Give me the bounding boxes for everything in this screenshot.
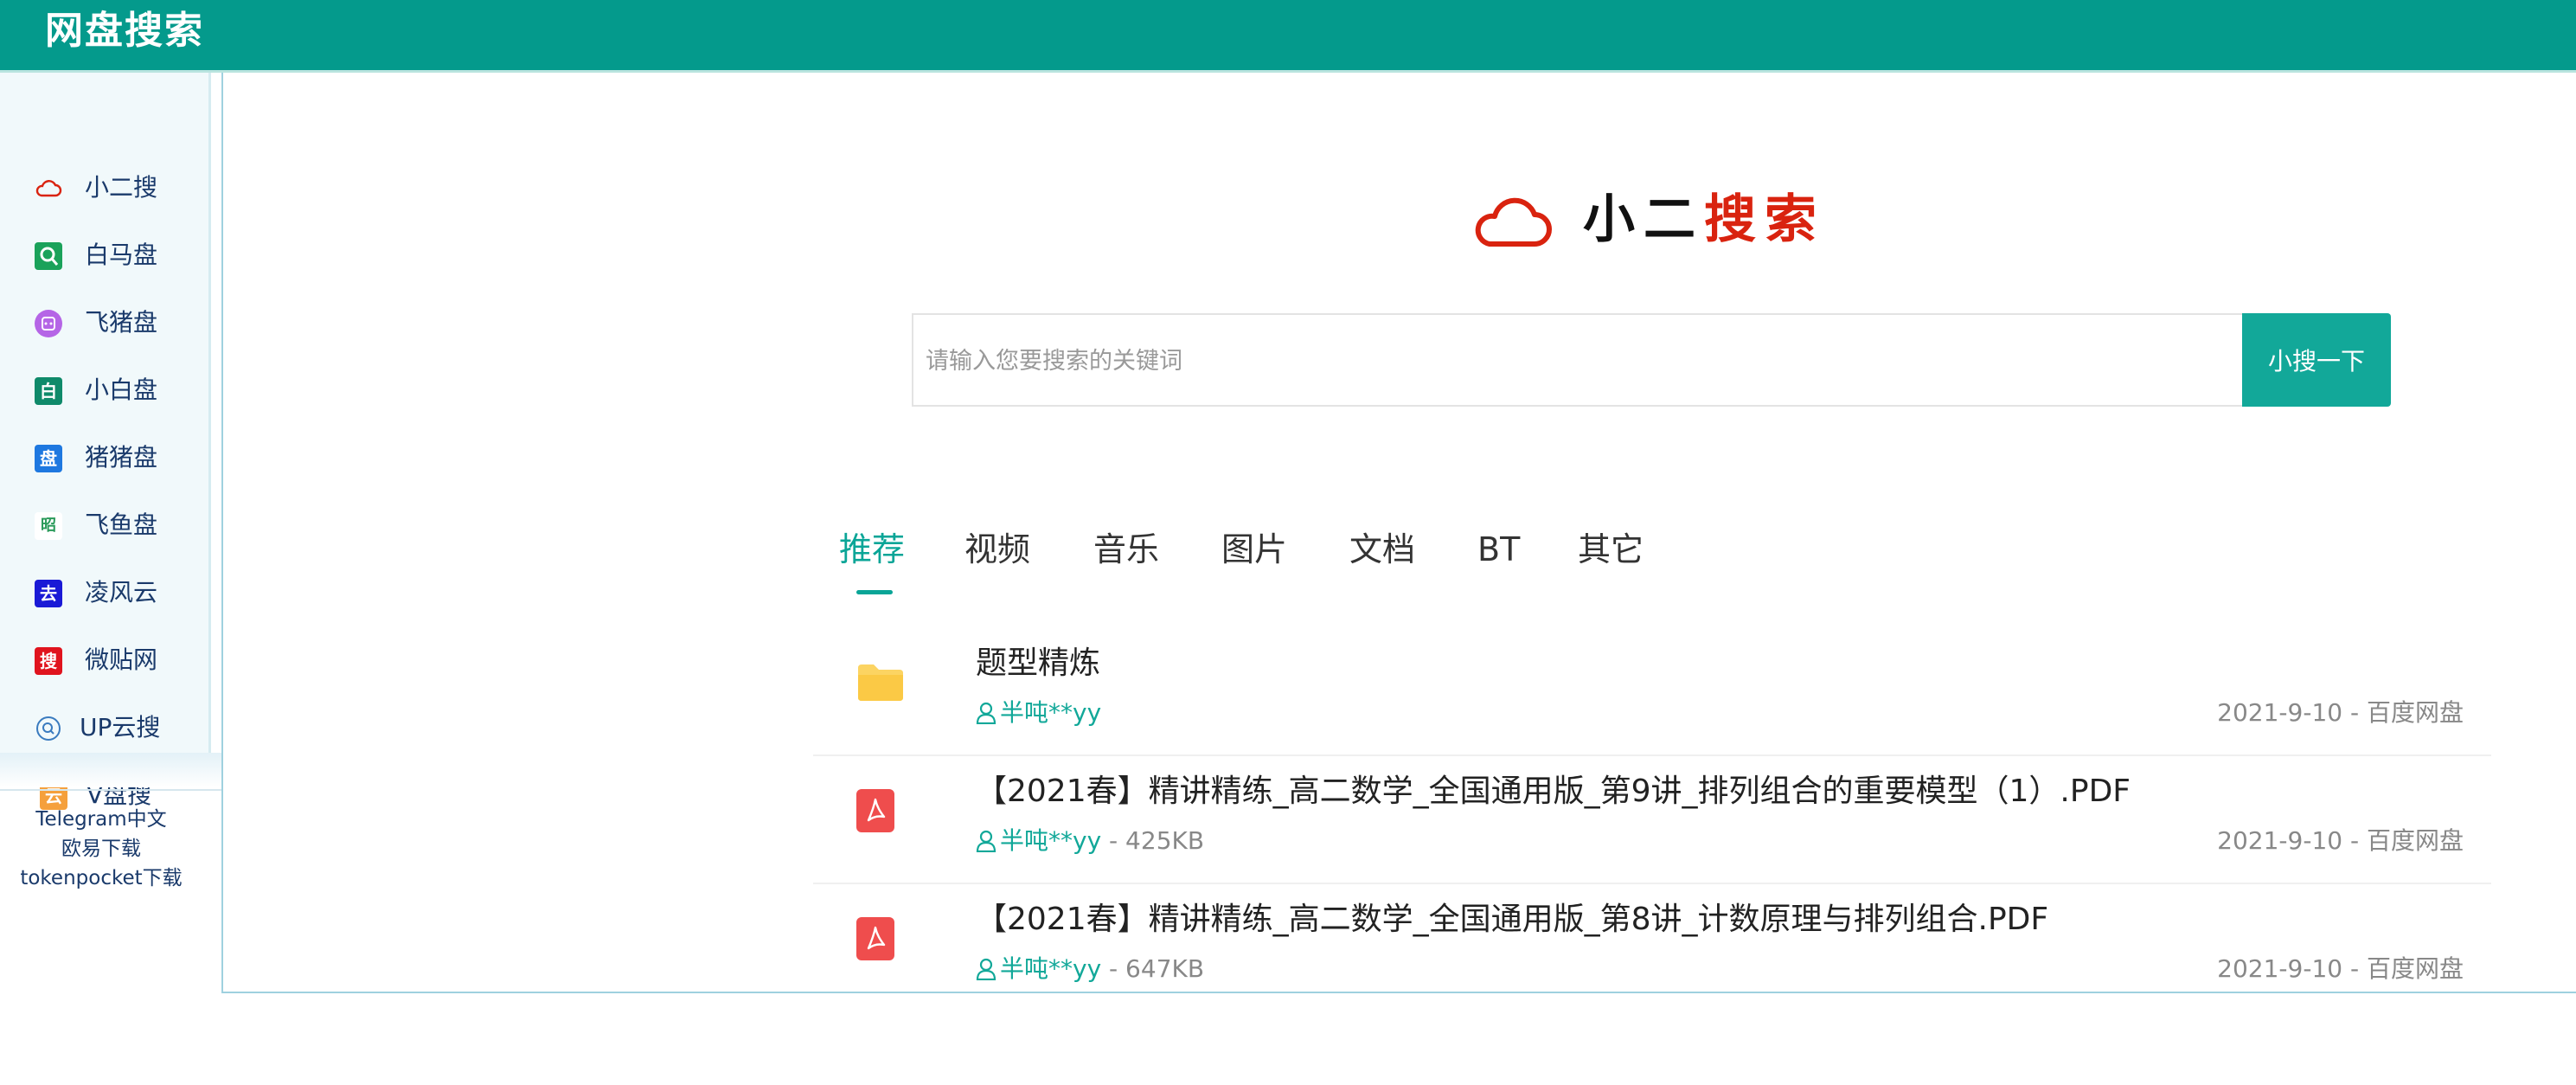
result-title[interactable]: 【2021春】精讲精练_高二数学_全国通用版_第8讲_计数原理与排列组合.PDF	[976, 896, 2048, 943]
main-left-border	[221, 73, 223, 993]
search-circle-icon	[35, 715, 62, 742]
pdf-icon	[856, 789, 898, 838]
result-title[interactable]: 【2021春】精讲精练_高二数学_全国通用版_第9讲_排列组合的重要模型（1）.…	[976, 768, 2131, 815]
sidebar-item-label: 小白盘	[85, 376, 158, 404]
tab-bt[interactable]: BT	[1477, 524, 1520, 575]
sidebar-item-label: 凌风云	[85, 578, 158, 607]
sidebar-item-label: UP云搜	[80, 713, 161, 742]
result-user[interactable]: 半吨**yy	[1000, 698, 1101, 727]
result-date-source: 2021-9-10 - 百度网盘	[2217, 698, 2464, 727]
sou-square-icon: 搜	[35, 647, 62, 675]
pdf-icon	[856, 917, 898, 966]
result-meta: 半吨**yy - 647KB	[976, 952, 1204, 990]
result-user[interactable]: 半吨**yy	[1000, 954, 1101, 983]
result-meta: 半吨**yy - 425KB	[976, 824, 1204, 862]
logo-text: 小二搜索	[1583, 185, 1825, 254]
user-icon	[976, 827, 996, 862]
sidebar-item-xiaoer[interactable]: 小二搜	[0, 154, 211, 221]
sidebar-item-label: 微贴网	[85, 645, 158, 674]
result-user[interactable]: 半吨**yy	[1000, 826, 1101, 855]
cloud-logo-icon	[1471, 182, 1557, 263]
pig-circle-icon	[35, 310, 62, 337]
sidebar-item-label: 小二搜	[85, 173, 158, 202]
sidebar-item-upyun[interactable]: UP云搜	[0, 694, 211, 761]
tab-image[interactable]: 图片	[1221, 524, 1287, 575]
tab-music[interactable]: 音乐	[1093, 524, 1159, 575]
tab-active-indicator	[856, 590, 893, 594]
cloud-outline-icon	[35, 175, 62, 202]
result-item[interactable]: 【2021春】精讲精练_高二数学_全国通用版_第8讲_计数原理与排列组合.PDF…	[813, 884, 2491, 1012]
tab-video[interactable]: 视频	[964, 524, 1030, 575]
result-date-source: 2021-9-10 - 百度网盘	[2217, 954, 2464, 983]
logo-text-part1: 小二	[1583, 189, 1704, 250]
bai-square-icon: 白	[35, 377, 62, 405]
yun-square-icon: 去	[35, 580, 62, 607]
sidebar-item-feiyu[interactable]: 昭 飞鱼盘	[0, 491, 211, 559]
result-date-source: 2021-9-10 - 百度网盘	[2217, 826, 2464, 855]
site-title[interactable]: 网盘搜索	[45, 5, 204, 57]
sidebar-item-label: 飞鱼盘	[85, 510, 158, 539]
result-item[interactable]: 【2021春】精讲精练_高二数学_全国通用版_第9讲_排列组合的重要模型（1）.…	[813, 756, 2491, 884]
zhao-square-icon: 昭	[35, 512, 62, 540]
link-telegram[interactable]: Telegram中文	[0, 805, 202, 834]
pan-square-icon: 盘	[35, 445, 62, 472]
sidebar-links: Telegram中文 欧易下载 tokenpocket下载	[0, 805, 202, 893]
search-input[interactable]	[924, 315, 2225, 407]
magnifier-square-icon	[35, 242, 62, 270]
result-meta: 半吨**yy	[976, 696, 1101, 734]
tab-document[interactable]: 文档	[1349, 524, 1415, 575]
user-icon	[976, 699, 996, 734]
sidebar-item-baima[interactable]: 白马盘	[0, 221, 211, 289]
logo: 小二搜索	[1471, 182, 1851, 260]
result-size: - 425KB	[1101, 826, 1205, 855]
result-item[interactable]: 题型精炼 半吨**yy 2021-9-10 - 百度网盘	[813, 628, 2491, 756]
top-bar: 网盘搜索	[0, 0, 2576, 73]
logo-text-part2: 搜索	[1704, 189, 1825, 250]
sidebar-item-label: 白马盘	[85, 241, 158, 269]
sidebar: 小二搜 白马盘 飞猪盘 白 小白盘 盘 猪猪盘 昭 飞鱼盘 去 凌风云 搜 微贴…	[0, 73, 211, 810]
tab-other[interactable]: 其它	[1578, 524, 1644, 575]
sidebar-item-lingfeng[interactable]: 去 凌风云	[0, 559, 211, 626]
sidebar-item-label: 猪猪盘	[85, 443, 158, 472]
result-title[interactable]: 题型精炼	[976, 640, 1100, 687]
sidebar-item-zhuzhu[interactable]: 盘 猪猪盘	[0, 424, 211, 491]
search-box	[912, 313, 2244, 407]
search-button[interactable]: 小搜一下	[2242, 313, 2391, 407]
tab-recommend[interactable]: 推荐	[839, 524, 905, 575]
link-okx-download[interactable]: 欧易下载	[0, 834, 202, 864]
sidebar-item-weitie[interactable]: 搜 微贴网	[0, 626, 211, 694]
link-tokenpocket-download[interactable]: tokenpocket下载	[0, 864, 202, 893]
sidebar-item-xiaobai[interactable]: 白 小白盘	[0, 356, 211, 424]
sidebar-item-label: 飞猪盘	[85, 308, 158, 337]
folder-icon	[856, 661, 905, 706]
sidebar-item-feizhu[interactable]: 飞猪盘	[0, 289, 211, 356]
result-size: - 647KB	[1101, 954, 1205, 983]
user-icon	[976, 955, 996, 990]
sidebar-divider	[0, 789, 221, 791]
sidebar-fade	[0, 753, 221, 787]
